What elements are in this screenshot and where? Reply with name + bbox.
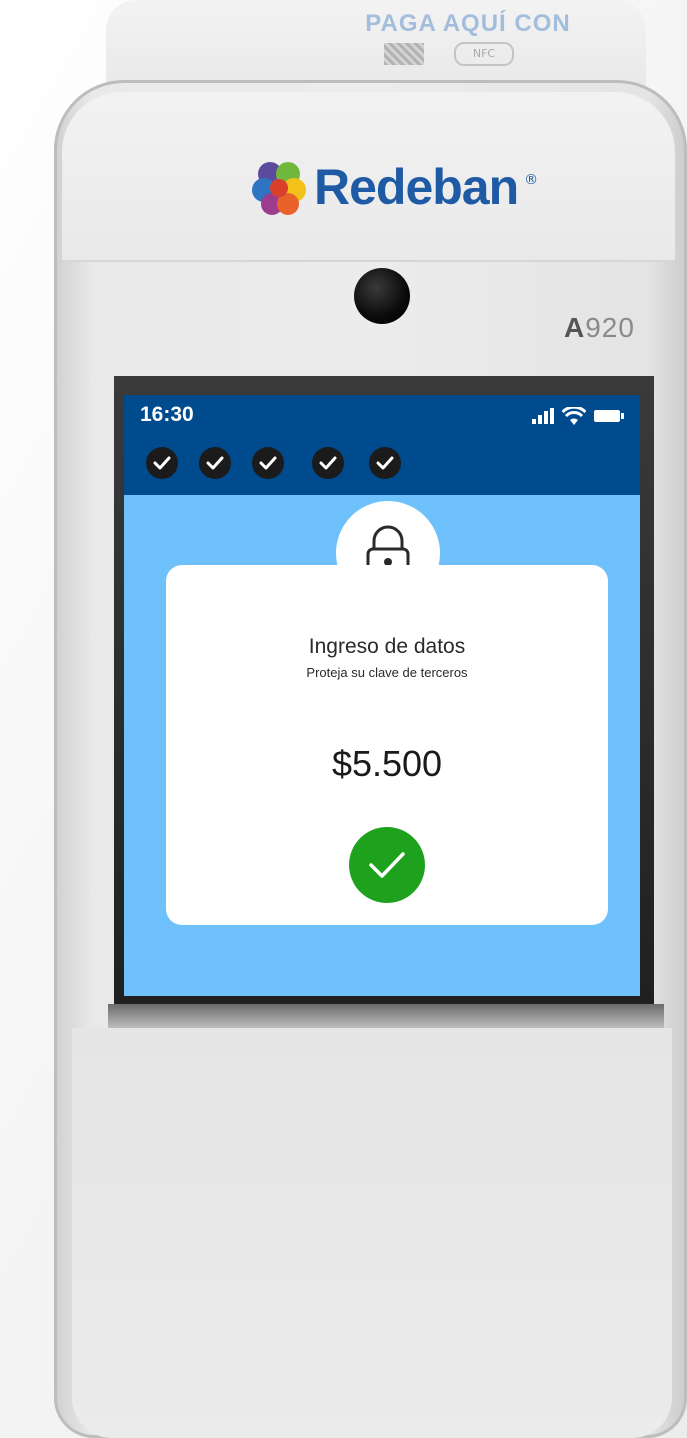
wifi-icon	[562, 407, 586, 425]
transaction-amount: $5.500	[331, 743, 443, 784]
chip-card-icon	[384, 43, 424, 65]
brand-name: Redeban	[314, 159, 519, 215]
signal-icon	[532, 408, 554, 424]
terminal-screen: 16:30 Ingreso de datos Proteja su clave …	[124, 395, 640, 996]
terminal-lower-body	[72, 1028, 672, 1438]
screen-bottom-bezel	[108, 1004, 664, 1028]
status-time: 16:30	[140, 403, 194, 426]
pin-entry-card: Ingreso de datos Proteja su clave de ter…	[166, 565, 608, 925]
battery-icon	[594, 410, 624, 422]
registered-mark: ®	[524, 172, 539, 188]
nfc-icon: NFC	[454, 42, 514, 66]
model-label: A920	[564, 312, 635, 343]
check-icon	[369, 852, 405, 878]
brand-logo: Redeban ®	[250, 158, 538, 216]
brand-logo-icon	[252, 162, 306, 215]
camera-lens	[354, 268, 410, 324]
progress-steps	[146, 447, 401, 479]
payment-terminal: PAGA AQUÍ CON NFC Redeban ® A920 16:30 I…	[44, 0, 687, 1438]
card-subtitle: Proteja su clave de terceros	[306, 665, 468, 680]
step-check-icon	[252, 447, 284, 479]
step-check-icon	[369, 447, 401, 479]
step-check-icon	[199, 447, 231, 479]
step-check-icon	[146, 447, 178, 479]
step-check-icon	[312, 447, 344, 479]
cap-label: PAGA AQUÍ CON	[365, 10, 571, 36]
status-bar: 16:30	[124, 395, 640, 495]
confirm-button[interactable]	[349, 827, 425, 903]
card-title: Ingreso de datos	[308, 635, 466, 658]
